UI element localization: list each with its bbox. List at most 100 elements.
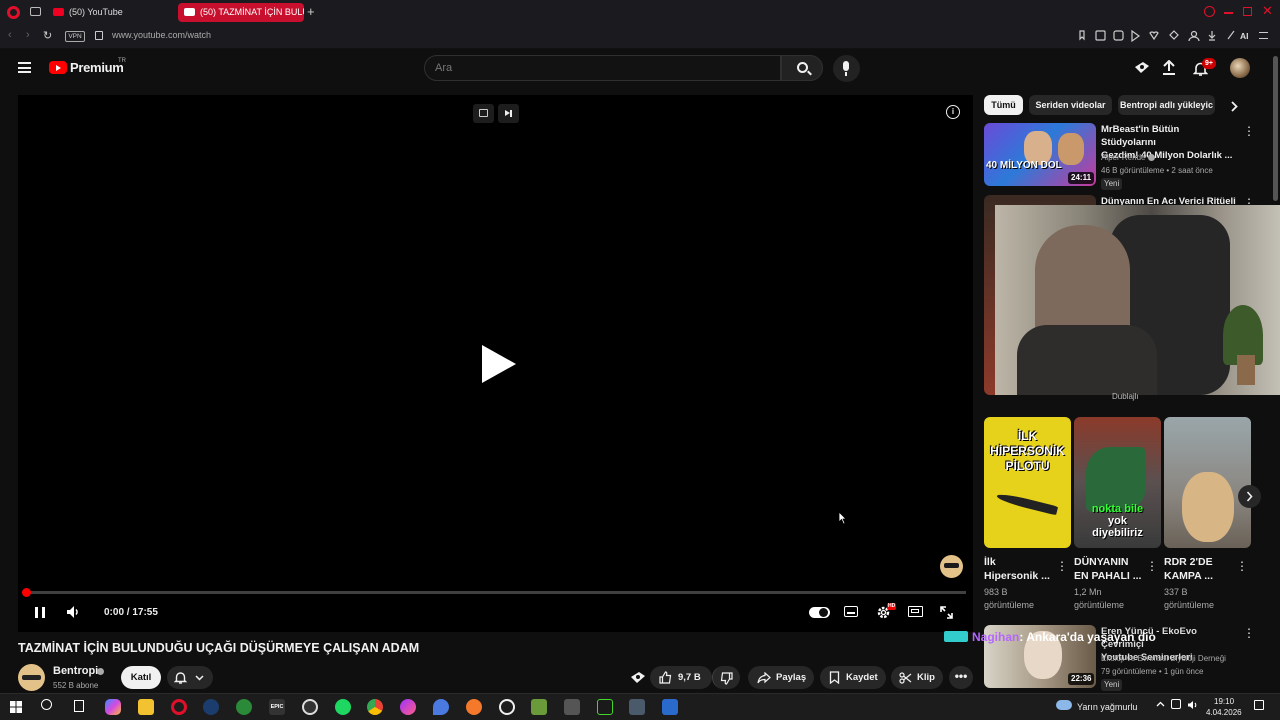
progress-bar[interactable] (26, 591, 966, 594)
new-tab-button[interactable]: + (307, 4, 315, 19)
subtitles-icon[interactable] (844, 606, 858, 617)
channel-watermark-icon[interactable] (940, 555, 963, 578)
tab-video-active[interactable]: (50) TAZMİNAT İÇİN BULU (178, 3, 304, 22)
share-button[interactable]: Paylaş (748, 666, 814, 689)
scrubber-handle[interactable] (22, 588, 31, 597)
tab-manager-icon[interactable] (30, 7, 41, 16)
duration-badge: 22:36 (1068, 673, 1095, 685)
shorts-next-button[interactable] (1238, 485, 1261, 508)
search-tabs-icon[interactable] (1204, 6, 1215, 17)
steam-icon[interactable] (203, 699, 219, 715)
obs-icon[interactable] (302, 699, 318, 715)
xbox-icon[interactable] (236, 699, 252, 715)
short-menu-icon[interactable]: ⋮ (1056, 560, 1068, 572)
channel-name[interactable]: Alper Rende (1101, 151, 1145, 164)
search-icon[interactable] (41, 699, 52, 710)
join-button[interactable]: Katıl (121, 666, 161, 689)
hamburger-menu-icon[interactable] (18, 62, 31, 73)
app-circle-icon[interactable] (499, 699, 515, 715)
save-button[interactable]: Kaydet (820, 666, 886, 689)
tab-youtube[interactable]: (50) YouTube (47, 3, 172, 22)
short-thumbnail[interactable] (1164, 417, 1251, 548)
page-scrollbar[interactable] (1273, 56, 1278, 201)
fullscreen-icon[interactable] (940, 606, 953, 619)
create-icon[interactable] (1134, 61, 1150, 75)
short-menu-icon[interactable]: ⋮ (1236, 560, 1248, 572)
short-thumbnail[interactable]: İLK HİPERSONİK PİLOTU (984, 417, 1071, 548)
notification-center-icon[interactable] (1254, 700, 1264, 710)
clip-button[interactable]: Klip (891, 666, 943, 689)
opera-taskbar-icon[interactable] (171, 699, 187, 715)
more-actions-button[interactable]: ••• (949, 666, 973, 689)
miniplayer-icon[interactable] (473, 104, 494, 123)
pause-button[interactable] (35, 607, 45, 618)
tray-chevron-icon[interactable] (1156, 701, 1165, 707)
short-title[interactable]: RDR 2'DE KAMPA ... (1164, 555, 1213, 583)
channel-name[interactable]: Ekoloji ve Evrimsel Biyoloji Derneği (1101, 652, 1226, 665)
opera-logo-icon[interactable] (7, 6, 20, 19)
clock-date[interactable]: 4.04.2026 (1206, 708, 1242, 717)
like-button[interactable]: 9,7 B (650, 666, 712, 689)
theater-mode-icon[interactable] (908, 606, 923, 617)
ask-ai-icon[interactable] (630, 671, 646, 685)
ai-button[interactable]: AI (1240, 31, 1249, 41)
clock-time[interactable]: 19:10 (1214, 697, 1234, 706)
short-thumbnail[interactable]: nokta bile yok diyebiliriz (1074, 417, 1161, 548)
search-input[interactable]: Ara (424, 55, 781, 81)
subscription-bell-button[interactable] (167, 666, 213, 689)
account-avatar[interactable] (1230, 58, 1250, 78)
app-tb-icon[interactable] (662, 699, 678, 715)
info-icon[interactable]: i (946, 105, 960, 119)
epic-games-icon[interactable]: EPIC (269, 699, 285, 715)
dislike-button[interactable] (712, 666, 740, 689)
reload-icon[interactable]: ↻ (43, 29, 52, 42)
maximize-button[interactable] (1243, 7, 1252, 16)
upload-icon[interactable] (1162, 60, 1176, 75)
chrome-icon[interactable] (367, 699, 383, 715)
skip-next-top-icon[interactable] (498, 104, 519, 123)
messenger-icon[interactable] (400, 699, 416, 715)
network-icon[interactable] (1171, 699, 1181, 709)
task-view-icon[interactable] (74, 700, 84, 712)
minecraft-icon[interactable] (531, 699, 547, 715)
voice-search-button[interactable] (833, 55, 860, 82)
app-star-icon[interactable] (564, 699, 580, 715)
chip-uploader[interactable]: Bentropi adlı yükleyic (1118, 95, 1215, 115)
short-title[interactable]: DÜNYANIN EN PAHALI ... (1074, 555, 1141, 583)
weather-icon[interactable] (1056, 700, 1072, 710)
windows-start-icon[interactable] (10, 701, 22, 713)
menu-icon[interactable] (1259, 32, 1268, 39)
back-icon[interactable]: ‹ (8, 29, 12, 41)
copilot-icon[interactable] (105, 699, 121, 715)
short-title[interactable]: İlk Hipersonik ... (984, 555, 1050, 583)
premium-logo-text[interactable]: Premium (70, 60, 124, 75)
file-explorer-icon[interactable] (138, 699, 154, 715)
minimize-button[interactable] (1224, 12, 1233, 14)
blender-icon[interactable] (466, 699, 482, 715)
channel-avatar[interactable] (18, 664, 45, 691)
chips-next-icon[interactable] (1230, 101, 1238, 112)
video-menu-icon[interactable]: ⋮ (1243, 627, 1255, 639)
forward-icon[interactable]: › (26, 29, 30, 41)
chip-series[interactable]: Seriden videolar (1029, 95, 1112, 115)
volume-icon[interactable] (66, 605, 80, 619)
volume-tray-icon[interactable] (1187, 700, 1199, 710)
url-field[interactable]: www.youtube.com/watch (112, 30, 211, 40)
play-large-icon[interactable] (482, 345, 516, 383)
close-window-button[interactable]: ✕ (1262, 3, 1273, 19)
short-views: 1,2 Mn görüntüleme (1074, 587, 1125, 610)
youtube-logo-icon[interactable] (49, 61, 67, 74)
channel-name[interactable]: Bentropi (53, 665, 98, 677)
autoplay-toggle[interactable] (809, 607, 830, 618)
chip-all[interactable]: Tümü (984, 95, 1023, 115)
weather-text[interactable]: Yarın yağmurlu (1077, 702, 1137, 712)
chevron-down-icon (195, 675, 204, 681)
search-button[interactable] (781, 55, 823, 81)
vpn-badge[interactable]: VPN (65, 31, 85, 42)
short-menu-icon[interactable]: ⋮ (1146, 560, 1158, 572)
spotify-icon[interactable] (335, 699, 351, 715)
razer-icon[interactable] (597, 699, 613, 715)
video-menu-icon[interactable]: ⋮ (1243, 125, 1255, 137)
app-ship-icon[interactable] (629, 699, 645, 715)
app-drop-icon[interactable] (433, 699, 449, 715)
